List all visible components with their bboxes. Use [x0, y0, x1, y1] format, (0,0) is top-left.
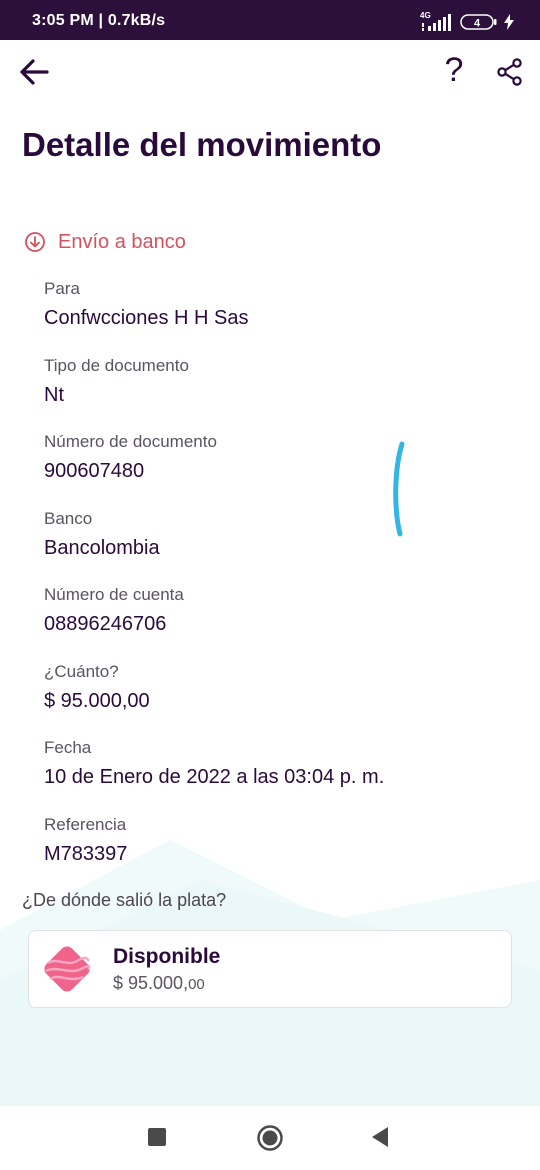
battery-icon: 4	[460, 13, 498, 31]
signal-icon: 4G	[420, 11, 454, 31]
account-name: Disponible	[113, 945, 221, 968]
back-button[interactable]	[14, 52, 54, 92]
field-label: Número de documento	[44, 432, 217, 451]
amount-main: $ 95.000,	[113, 973, 189, 993]
field-value: M783397	[44, 842, 128, 865]
transaction-type-label: Envío a banco	[58, 230, 186, 253]
field-document-type: Tipo de documento Nt	[44, 355, 504, 432]
system-back-button[interactable]	[370, 1126, 390, 1148]
status-time: 3:05 PM | 0.7kB/s	[32, 12, 166, 29]
share-icon	[497, 58, 522, 86]
account-card[interactable]: Disponible $ 95.000,00	[28, 930, 512, 1008]
field-value: 10 de Enero de 2022 a las 03:04 p. m.	[44, 766, 385, 788]
home-button[interactable]	[256, 1124, 284, 1152]
field-label: Referencia	[44, 814, 127, 834]
field-label: Para	[44, 279, 80, 298]
page-title: Detalle del movimiento	[22, 126, 382, 163]
status-bar: 3:05 PM | 0.7kB/s 4G 4	[0, 0, 540, 40]
field-reference: Referencia M783397	[44, 814, 504, 891]
share-button[interactable]	[490, 52, 530, 92]
field-value: Nt	[44, 383, 64, 406]
help-button[interactable]: ?	[436, 48, 472, 92]
source-label: ¿De dónde salió la plata?	[22, 890, 227, 910]
field-account-number: Número de cuenta 08896246706	[44, 584, 504, 661]
status-indicators: 4G 4	[420, 11, 514, 32]
scroll-indicator	[393, 441, 405, 537]
transaction-details: Para Confwcciones H H Sas Tipo de docume…	[44, 278, 504, 890]
transaction-type: Envío a banco	[24, 228, 186, 256]
arrow-down-circle-icon	[25, 232, 45, 252]
question-mark-icon: ?	[444, 50, 464, 89]
recents-button[interactable]	[148, 1128, 166, 1146]
field-label: Banco	[44, 508, 93, 528]
field-recipient: Para Confwcciones H H Sas	[44, 278, 504, 355]
pocket-icon	[44, 946, 91, 992]
field-label: Fecha	[44, 738, 92, 757]
battery-level: 4	[474, 18, 481, 30]
account-amount: $ 95.000,00	[113, 973, 205, 994]
charging-icon	[504, 14, 514, 30]
field-bank: Banco Bancolombia	[44, 508, 504, 585]
field-label: Tipo de documento	[44, 355, 189, 375]
field-value: $ 95.000,00	[44, 689, 150, 712]
field-value: Bancolombia	[44, 536, 160, 559]
field-date: Fecha 10 de Enero de 2022 a las 03:04 p.…	[44, 737, 504, 814]
field-label: Número de cuenta	[44, 585, 184, 604]
field-value: 900607480	[44, 460, 145, 482]
field-document-number: Número de documento 900607480	[44, 431, 504, 508]
amount-cents: 00	[188, 976, 205, 993]
navigation-bar	[0, 1106, 540, 1170]
field-value: Confwcciones H H Sas	[44, 307, 249, 329]
arrow-left-icon	[20, 59, 49, 85]
network-type: 4G	[420, 11, 431, 20]
field-amount: ¿Cuánto? $ 95.000,00	[44, 661, 504, 738]
field-label: ¿Cuánto?	[44, 661, 119, 681]
field-value: 08896246706	[44, 613, 167, 635]
